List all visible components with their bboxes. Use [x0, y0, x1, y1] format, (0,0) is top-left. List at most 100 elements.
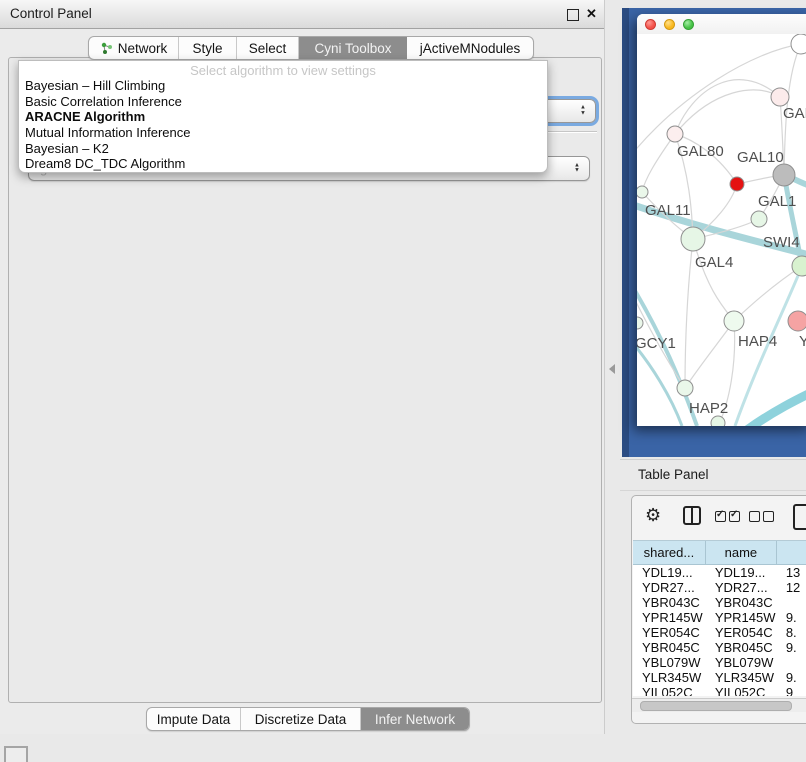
- network-node-hap4[interactable]: [724, 311, 744, 331]
- network-window[interactable]: GALGAL80GAL10GAL11GAL1GAL4SWI4GCY1HAP4YH…: [637, 14, 806, 426]
- network-window-titlebar: [637, 14, 806, 34]
- dropdown-item[interactable]: Basic Correlation Inference: [20, 94, 546, 110]
- tab-impute-data[interactable]: Impute Data: [147, 708, 241, 730]
- tab-infer-network[interactable]: Infer Network: [361, 708, 469, 730]
- tab-network[interactable]: Network: [89, 37, 179, 59]
- tab-infer-network-label: Infer Network: [375, 712, 455, 727]
- table-row[interactable]: YER054CYER054C8.: [633, 625, 806, 640]
- network-node-hap2[interactable]: [677, 380, 693, 396]
- columns-icon[interactable]: [683, 506, 701, 525]
- table-cell: YIL052C: [633, 685, 706, 696]
- dropdown-item[interactable]: ARACNE Algorithm: [20, 109, 546, 125]
- network-node-gal80[interactable]: [667, 126, 683, 142]
- network-node-gal10[interactable]: [773, 164, 795, 186]
- network-node-gal11[interactable]: [637, 186, 648, 198]
- network-canvas[interactable]: GALGAL80GAL10GAL11GAL1GAL4SWI4GCY1HAP4YH…: [637, 34, 806, 426]
- table-column-header[interactable]: shared...: [633, 541, 706, 564]
- network-node-label: HAP4: [738, 333, 777, 350]
- table-row[interactable]: YBL079WYBL079W: [633, 655, 806, 670]
- table-cell: YIL052C: [706, 685, 777, 696]
- tab-network-label: Network: [118, 41, 168, 56]
- network-node-label: GCY1: [637, 335, 676, 352]
- table-cell: YDR27...: [633, 580, 706, 595]
- network-node-label: GAL80: [677, 143, 724, 160]
- table-row[interactable]: YDR27...YDR27...12: [633, 580, 806, 595]
- node-table: shared...name YDL19...YDL19...13YDR27...…: [633, 540, 806, 696]
- gear-icon[interactable]: ⚙: [645, 505, 661, 526]
- tab-discretize-data[interactable]: Discretize Data: [241, 708, 361, 730]
- network-node-label: HAP2: [689, 400, 728, 417]
- window-close-icon[interactable]: [645, 19, 656, 30]
- network-node-label: SWI4: [763, 234, 800, 251]
- dropdown-item[interactable]: Bayesian – K2: [20, 141, 546, 157]
- table-row[interactable]: YBR043CYBR043C: [633, 595, 806, 610]
- table-cell: 9.: [777, 640, 806, 655]
- table-header-row: shared...name: [633, 540, 806, 565]
- network-node-swi4[interactable]: [792, 256, 806, 276]
- table-cell: [777, 655, 806, 670]
- table-cell: YBR043C: [706, 595, 777, 610]
- network-node-label: GAL4: [695, 254, 733, 271]
- control-panel-titlebar: Control Panel ✕: [0, 0, 604, 29]
- table-row[interactable]: YDL19...YDL19...13: [633, 565, 806, 580]
- network-node-gcy1[interactable]: [637, 317, 643, 329]
- table-hscrollbar-thumb[interactable]: [640, 701, 792, 711]
- table-cell: YER054C: [633, 625, 706, 640]
- table-cell: YDR27...: [706, 580, 777, 595]
- network-node-gal1[interactable]: [751, 211, 767, 227]
- table-cell: YBR045C: [706, 640, 777, 655]
- select-all-icon-2[interactable]: [729, 511, 740, 522]
- close-panel-icon[interactable]: ✕: [586, 6, 597, 22]
- table-row[interactable]: YLR345WYLR345W9.: [633, 670, 806, 685]
- network-view-frame: GALGAL80GAL10GAL11GAL1GAL4SWI4GCY1HAP4YH…: [622, 8, 806, 457]
- tab-cyni-toolbox[interactable]: Cyni Toolbox: [299, 37, 407, 59]
- network-node-label: GAL11: [645, 202, 691, 219]
- table-cell: [777, 595, 806, 610]
- table-row[interactable]: YPR145WYPR145W9.: [633, 610, 806, 625]
- app-screen: Control Panel ✕ Network Style: [0, 0, 806, 762]
- float-panel-icon[interactable]: [567, 9, 579, 21]
- table-cell: YBL079W: [706, 655, 777, 670]
- network-node-label: GAL1: [758, 193, 796, 210]
- tab-style[interactable]: Style: [179, 37, 237, 59]
- network-node-y[interactable]: [788, 311, 806, 331]
- network-node[interactable]: [730, 177, 744, 191]
- control-panel: Control Panel ✕ Network Style: [0, 0, 605, 734]
- tab-impute-data-label: Impute Data: [157, 712, 231, 727]
- tab-cyni-toolbox-label: Cyni Toolbox: [314, 41, 391, 56]
- dropdown-item[interactable]: Mutual Information Inference: [20, 125, 546, 141]
- table-cell: YBR045C: [633, 640, 706, 655]
- table-cell: 9: [777, 685, 806, 696]
- network-node-gal[interactable]: [771, 88, 789, 106]
- select-all-icon[interactable]: [715, 511, 726, 522]
- window-zoom-icon[interactable]: [683, 19, 694, 30]
- table-cell: YER054C: [706, 625, 777, 640]
- network-node[interactable]: [711, 416, 725, 426]
- table-row[interactable]: YIL052CYIL052C9: [633, 685, 806, 696]
- table-hscrollbar-track[interactable]: [632, 698, 806, 712]
- table-column-header[interactable]: name: [706, 541, 777, 564]
- deselect-all-icon-2[interactable]: [763, 511, 774, 522]
- docked-panel-icon[interactable]: [4, 746, 28, 762]
- table-column-header[interactable]: [777, 541, 806, 564]
- table-cell: YPR145W: [706, 610, 777, 625]
- network-node-gal4[interactable]: [681, 227, 705, 251]
- control-panel-tabs: Network Style Select Cyni Toolbox jActiv…: [88, 36, 534, 60]
- tab-select[interactable]: Select: [237, 37, 299, 59]
- dropdown-item[interactable]: Bayesian – Hill Climbing: [20, 78, 546, 94]
- tab-jactivemnodules[interactable]: jActiveMNodules: [407, 37, 533, 59]
- network-node[interactable]: [791, 34, 806, 54]
- deselect-all-icon[interactable]: [749, 511, 760, 522]
- dropdown-item-list: Bayesian – Hill ClimbingBasic Correlatio…: [20, 78, 546, 172]
- table-cell: YDL19...: [706, 565, 777, 580]
- table-cell: 9.: [777, 670, 806, 685]
- table-function-icon[interactable]: [793, 504, 806, 530]
- algorithm-dropdown-popup: Select algorithm to view settings Bayesi…: [18, 60, 548, 173]
- dropdown-item[interactable]: Dream8 DC_TDC Algorithm: [20, 156, 546, 172]
- table-cell: 12: [777, 580, 806, 595]
- splitter-collapse-icon[interactable]: [609, 364, 615, 374]
- network-node-label: GAL: [783, 105, 806, 122]
- window-minimize-icon[interactable]: [664, 19, 675, 30]
- table-row[interactable]: YBR045CYBR045C9.: [633, 640, 806, 655]
- table-cell: YLR345W: [633, 670, 706, 685]
